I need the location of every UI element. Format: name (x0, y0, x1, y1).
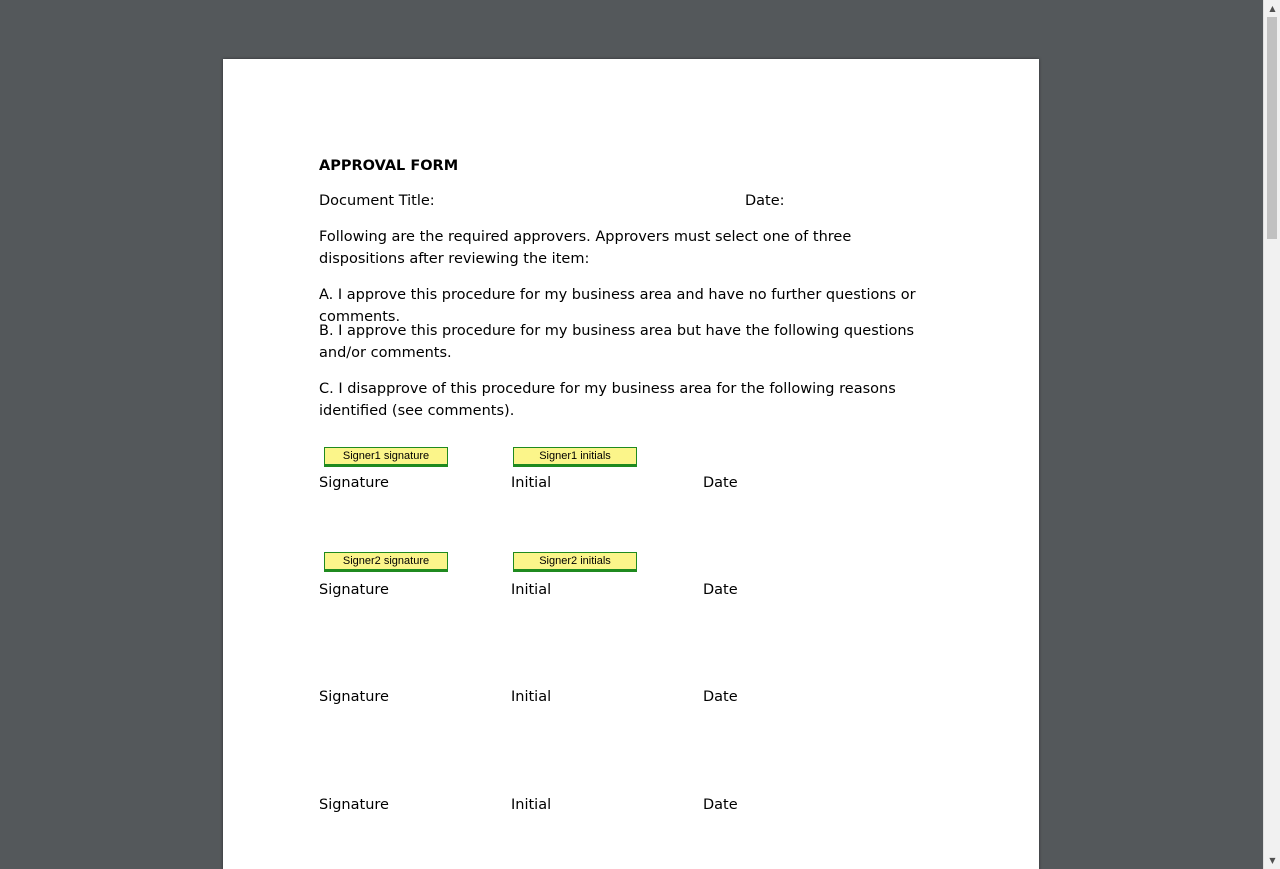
intro-paragraph: Following are the required approvers. Ap… (319, 229, 852, 267)
scroll-down-icon[interactable]: ▼ (1264, 852, 1280, 869)
scroll-up-icon[interactable]: ▲ (1264, 0, 1280, 17)
option-c: C. I disapprove of this procedure for my… (319, 381, 896, 419)
signer1-signature-field[interactable]: Signer1 signature (324, 447, 448, 467)
date-column-label: Date (703, 475, 738, 491)
signature-label: Signature (319, 582, 389, 598)
signature-label: Signature (319, 689, 389, 705)
initial-label: Initial (511, 689, 552, 705)
signature-label: Signature (319, 475, 389, 491)
document-viewer[interactable]: APPROVAL FORM Document Title: Date: Foll… (0, 0, 1263, 869)
date-label: Date: (745, 193, 785, 209)
date-column-label: Date (703, 797, 738, 813)
document-title-label: Document Title: (319, 193, 435, 209)
form-title: APPROVAL FORM (319, 158, 459, 174)
initial-label: Initial (511, 582, 552, 598)
document-page: APPROVAL FORM Document Title: Date: Foll… (223, 59, 1039, 869)
initial-label: Initial (511, 797, 552, 813)
signature-label: Signature (319, 797, 389, 813)
signer2-initials-field[interactable]: Signer2 initials (513, 552, 637, 572)
initial-label: Initial (511, 475, 552, 491)
date-column-label: Date (703, 582, 738, 598)
signer2-signature-field[interactable]: Signer2 signature (324, 552, 448, 572)
scroll-thumb[interactable] (1267, 17, 1277, 239)
option-b: B. I approve this procedure for my busin… (319, 323, 915, 361)
signer1-initials-field[interactable]: Signer1 initials (513, 447, 637, 467)
date-column-label: Date (703, 689, 738, 705)
vertical-scrollbar[interactable]: ▲ ▼ (1263, 0, 1280, 869)
